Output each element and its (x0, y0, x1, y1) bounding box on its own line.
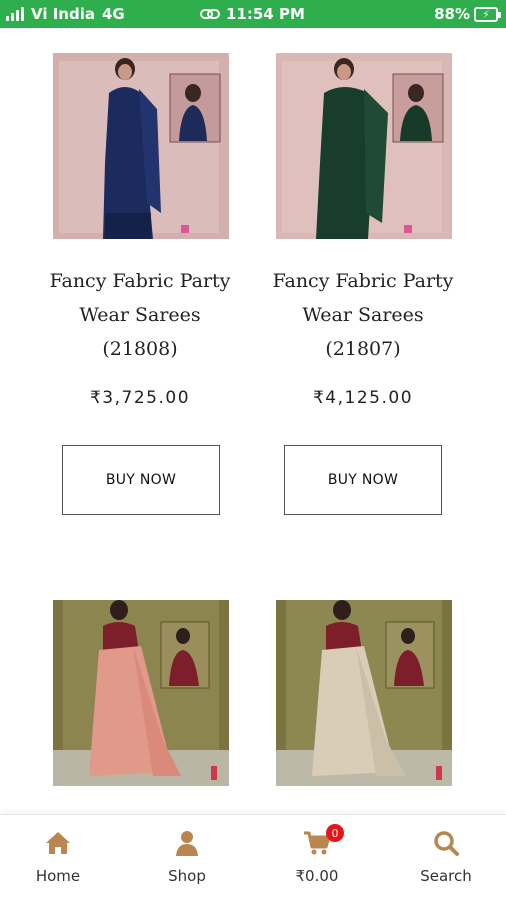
product-grid: Fancy Fabric Party Wear Sarees (21808) ₹… (0, 28, 506, 814)
link-icon (200, 9, 220, 19)
cart-count-badge: 0 (326, 824, 344, 842)
product-image-3[interactable] (53, 600, 229, 786)
nav-home-label: Home (35, 867, 81, 885)
clock: 11:54 PM (226, 5, 305, 23)
status-left: Vi India 4G (6, 5, 125, 23)
nav-search-label: Search (420, 867, 472, 885)
product-image-4[interactable] (276, 600, 452, 786)
search-icon (434, 831, 459, 856)
bottom-navigation: Home Shop 0 ₹0.00 Search (0, 814, 506, 900)
nav-home[interactable]: Home (3, 815, 113, 900)
product-title-line: Fancy Fabric Party (49, 270, 231, 292)
product-title-line: Wear Sarees (79, 304, 201, 326)
battery-percent: 88% (434, 5, 470, 23)
nav-shop[interactable]: Shop (132, 815, 242, 900)
product-title-line: Wear Sarees (302, 304, 424, 326)
network-type: 4G (101, 5, 125, 23)
nav-cart[interactable]: 0 ₹0.00 (262, 815, 372, 900)
nav-cart-total: ₹0.00 (295, 867, 339, 885)
home-icon (46, 832, 70, 854)
product-title-line: (21808) (102, 338, 178, 360)
nav-search[interactable]: Search (391, 815, 501, 900)
product-title-21808[interactable]: Fancy Fabric Party Wear Sarees (21808) (30, 264, 250, 366)
product-image-21807[interactable] (276, 53, 452, 239)
product-title-21807[interactable]: Fancy Fabric Party Wear Sarees (21807) (253, 264, 473, 366)
signal-icon (6, 7, 24, 21)
user-icon (176, 831, 198, 856)
buy-now-button-21808[interactable]: BUY NOW (62, 445, 220, 515)
product-image-21808[interactable] (53, 53, 229, 239)
product-price-21808: ₹3,725.00 (89, 388, 191, 408)
buy-now-button-21807[interactable]: BUY NOW (284, 445, 442, 515)
status-bar: Vi India 4G 11:54 PM 88% ⚡ (0, 0, 506, 28)
product-price-21807: ₹4,125.00 (312, 388, 414, 408)
battery-icon: ⚡ (474, 6, 501, 22)
status-right: 88% ⚡ (434, 5, 501, 23)
status-center: 11:54 PM (200, 5, 305, 23)
product-title-line: (21807) (325, 338, 401, 360)
carrier-name: Vi India (31, 5, 95, 23)
product-title-line: Fancy Fabric Party (272, 270, 454, 292)
nav-shop-label: Shop (168, 867, 206, 885)
